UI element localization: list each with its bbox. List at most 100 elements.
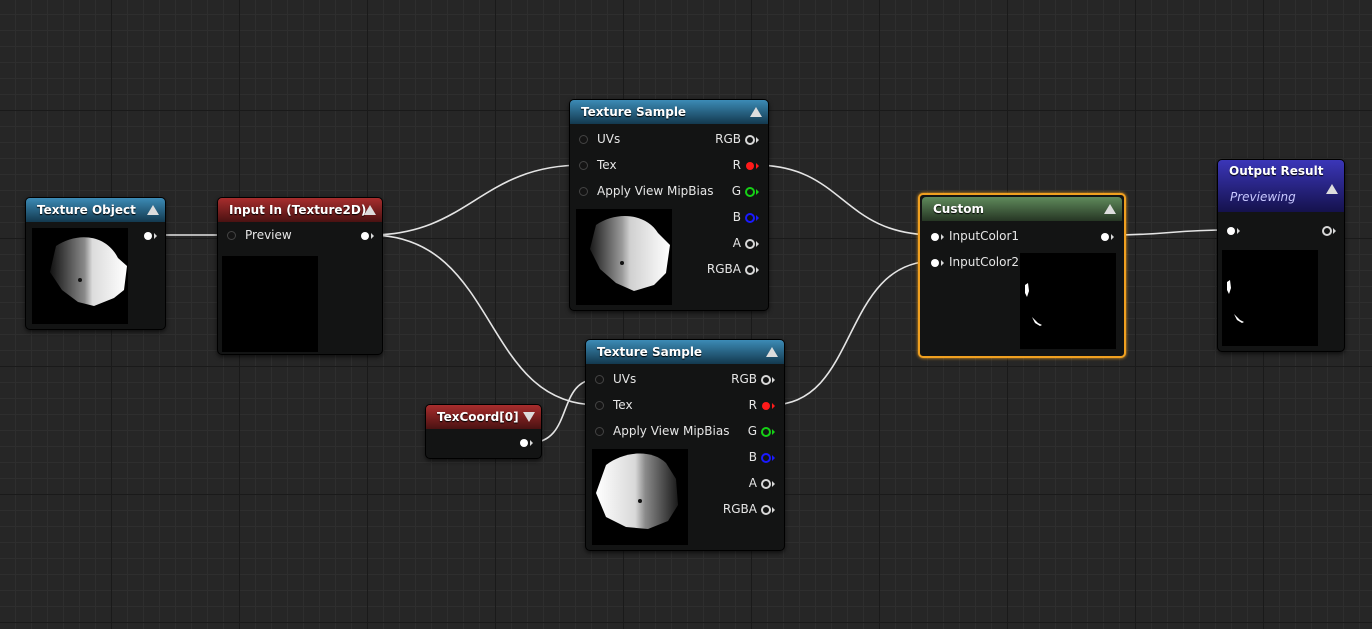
g-output-label: G [747,424,757,438]
texture-thumbnail [590,215,670,291]
custom-output-pin[interactable] [1101,233,1109,241]
uvs-input-pin[interactable] [595,375,604,384]
texture-object-output-pin[interactable] [144,232,152,240]
r-output-pin[interactable] [762,402,770,410]
texcoord-header[interactable]: TexCoord[0] [426,405,541,429]
pin-arrow-icon [772,403,775,409]
custom-header[interactable]: Custom [922,197,1122,221]
rgb-output-pin[interactable] [745,135,755,145]
expand-icon[interactable] [523,412,535,422]
b-output-label: B [748,450,757,464]
input-in-preview [222,256,318,352]
output-result-input-pin[interactable] [1227,227,1235,235]
pin-arrow-icon [756,163,759,169]
custom-title: Custom [933,202,984,216]
wire-input-to-top-tex [369,164,584,236]
pin-arrow-icon [756,267,759,273]
output-result-title: Output Result [1229,164,1324,178]
texcoord-node[interactable]: TexCoord[0] [425,404,542,459]
pin-arrow-icon [756,215,759,221]
r-output-pin[interactable] [746,162,754,170]
mipbias-input-pin[interactable] [595,427,604,436]
rgba-output-pin[interactable] [745,265,755,275]
pin-arrow-icon [1333,228,1336,234]
a-output-pin[interactable] [745,239,755,249]
output-result-subtitle: Previewing [1230,190,1296,204]
uvs-input-pin[interactable] [579,135,588,144]
mipbias-label: Apply View MipBias [613,424,730,438]
r-output-label: R [748,398,757,412]
pin-arrow-icon [154,233,157,239]
pin-arrow-icon [756,189,759,195]
tex-input-pin[interactable] [595,401,604,410]
pin-arrow-icon [772,481,775,487]
collapse-icon[interactable] [364,205,376,215]
inputcolor2-pin[interactable] [931,259,939,267]
custom-node[interactable]: Custom InputColor1 InputColor2 [918,193,1126,358]
collapse-icon[interactable] [766,347,778,357]
texcoord-title: TexCoord[0] [437,410,519,424]
texture-sample-top-header[interactable]: Texture Sample [570,100,768,124]
input-in-title: Input In (Texture2D) [229,203,367,217]
texture-thumbnail [50,237,127,306]
b-output-pin[interactable] [745,213,755,223]
wire-input-to-bottom-tex [369,234,599,406]
input-in-header[interactable]: Input In (Texture2D) [218,198,382,222]
collapse-icon[interactable] [750,107,762,117]
b-output-pin[interactable] [761,453,771,463]
wire-custom-to-output [1109,229,1231,236]
texture-thumbnail [596,453,678,529]
collapse-icon[interactable] [1326,184,1338,194]
rgba-output-pin[interactable] [761,505,771,515]
g-output-pin[interactable] [761,427,771,437]
output-result-preview [1222,250,1318,346]
collapse-icon[interactable] [147,205,159,215]
input-in-node[interactable]: Input In (Texture2D) Preview [217,197,383,355]
pin-arrow-icon [941,234,944,240]
pin-arrow-icon [756,137,759,143]
collapse-icon[interactable] [1104,204,1116,214]
a-output-label: A [748,476,757,490]
tex-input-pin[interactable] [579,161,588,170]
g-output-pin[interactable] [745,187,755,197]
r-output-label: R [732,158,741,172]
output-result-output-pin[interactable] [1322,226,1332,236]
output-result-header[interactable]: Output Result Previewing [1218,160,1344,212]
pin-arrow-icon [371,233,374,239]
b-output-label: B [732,210,741,224]
texture-sample-bottom-node[interactable]: Texture Sample UVs Tex Apply View MipBia… [585,339,785,551]
pin-arrow-icon [1111,234,1114,240]
texture-object-title: Texture Object [37,203,136,217]
texture-sample-bottom-header[interactable]: Texture Sample [586,340,784,364]
texture-object-header[interactable]: Texture Object [26,198,165,222]
pin-arrow-icon [1237,228,1240,234]
texture-sample-top-preview [576,209,672,305]
texture-object-node[interactable]: Texture Object [25,197,166,330]
wire-bottom-r-to-custom2 [770,260,936,406]
uvs-label: UVs [613,372,637,386]
inputcolor1-pin[interactable] [931,233,939,241]
rgba-output-label: RGBA [706,262,741,276]
texture-object-preview [32,228,128,324]
pin-arrow-icon [772,377,775,383]
g-output-label: G [731,184,741,198]
output-result-node[interactable]: Output Result Previewing [1217,159,1345,352]
rgb-output-pin[interactable] [761,375,771,385]
wire-top-r-to-custom1 [754,164,936,236]
tex-label: Tex [597,158,617,172]
input-in-output-pin[interactable] [361,232,369,240]
custom-thumbnail [1025,283,1042,326]
texcoord-output-pin[interactable] [520,439,528,447]
pin-arrow-icon [941,260,944,266]
uvs-label: UVs [597,132,621,146]
input-in-preview-input-pin[interactable] [227,231,236,240]
mipbias-input-pin[interactable] [579,187,588,196]
output-thumbnail [1227,280,1244,323]
custom-preview [1020,253,1116,349]
a-output-pin[interactable] [761,479,771,489]
texture-sample-bottom-title: Texture Sample [597,345,703,359]
texture-sample-top-node[interactable]: Texture Sample UVs Tex Apply View MipBia… [569,99,769,311]
mipbias-label: Apply View MipBias [597,184,714,198]
inputcolor1-label: InputColor1 [949,229,1020,243]
pin-arrow-icon [756,241,759,247]
